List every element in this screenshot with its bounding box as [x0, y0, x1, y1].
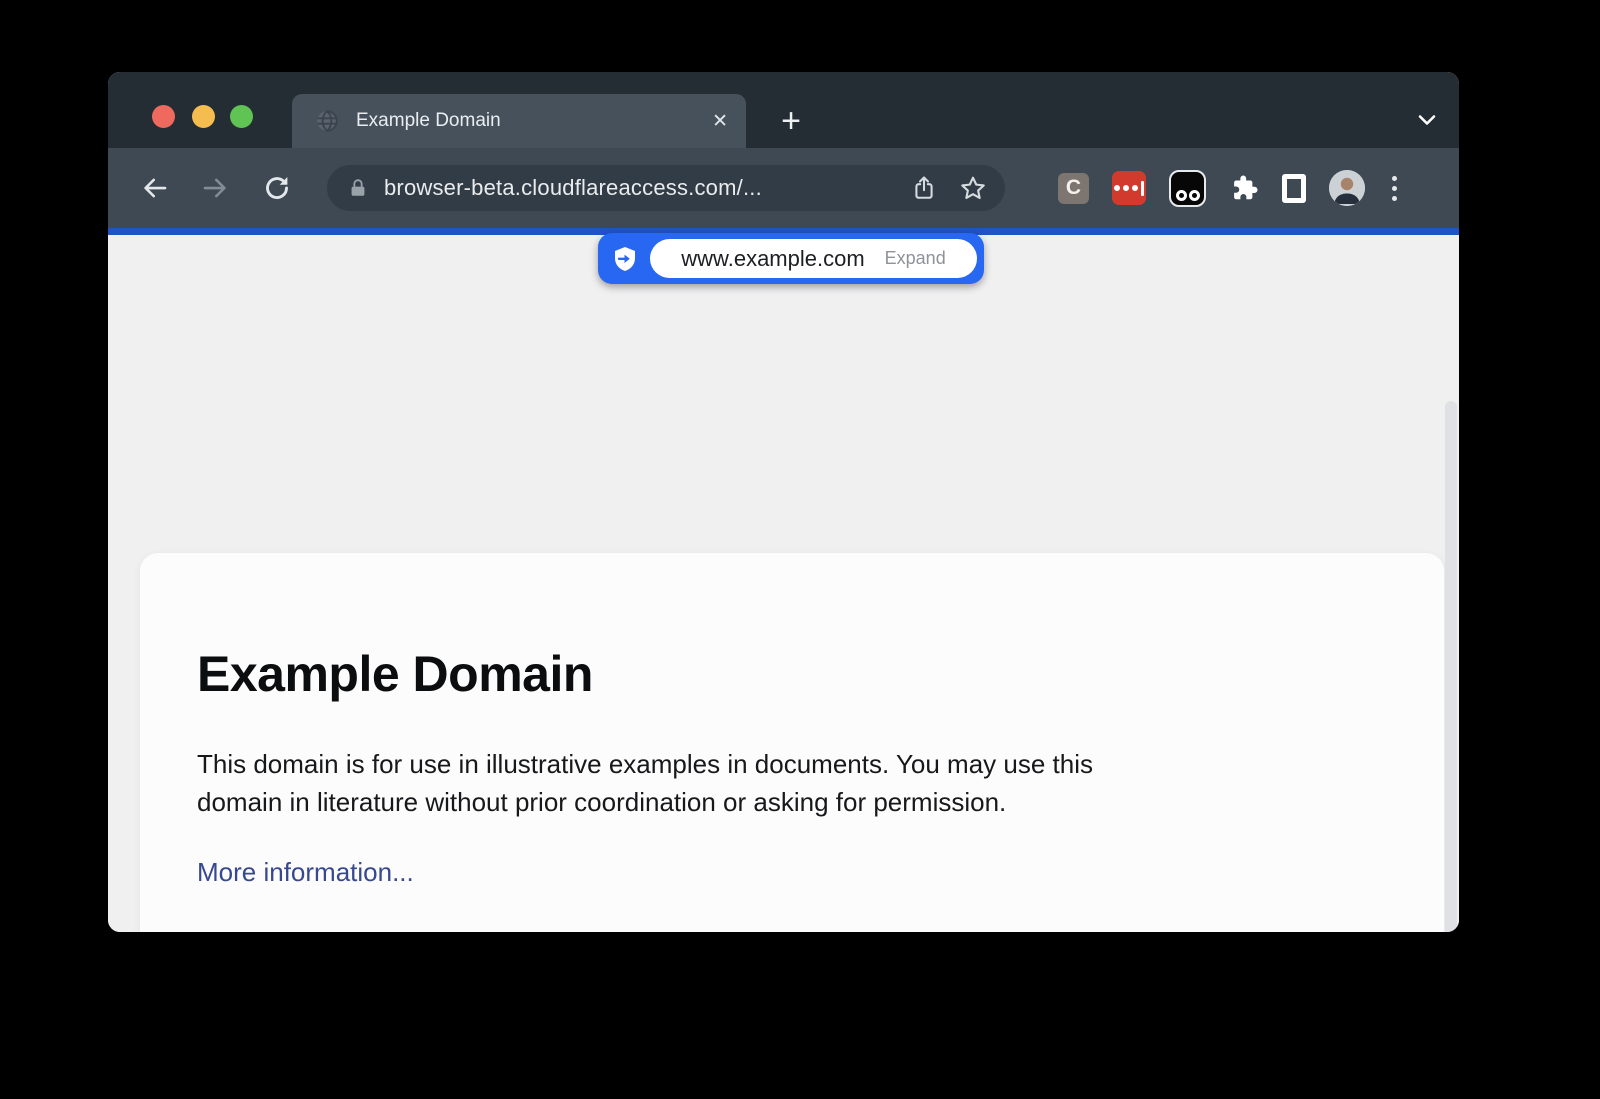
- new-tab-button[interactable]: +: [770, 100, 812, 142]
- chevron-down-icon[interactable]: [1415, 108, 1439, 132]
- url-text: browser-beta.cloudflareaccess.com/...: [384, 175, 911, 201]
- shield-arrow-icon: [611, 245, 639, 273]
- browser-toolbar: browser-beta.cloudflareaccess.com/... C: [108, 148, 1459, 228]
- more-information-link[interactable]: More information...: [197, 857, 414, 888]
- forward-icon[interactable]: [200, 173, 230, 203]
- browser-menu-icon[interactable]: [1388, 176, 1401, 201]
- extensions-puzzle-icon[interactable]: [1229, 173, 1259, 203]
- reload-icon[interactable]: [262, 173, 292, 203]
- address-bar[interactable]: browser-beta.cloudflareaccess.com/...: [327, 165, 1005, 211]
- back-icon[interactable]: [140, 173, 170, 203]
- side-panel-icon[interactable]: [1282, 174, 1306, 203]
- tab-close-icon[interactable]: ✕: [712, 112, 728, 131]
- traffic-light-minimize-button[interactable]: [192, 105, 215, 128]
- page-title: Example Domain: [197, 645, 1387, 703]
- traffic-light-zoom-button[interactable]: [230, 105, 253, 128]
- page-background: Example Domain This domain is for use in…: [108, 235, 1459, 932]
- extension-password-manager-button[interactable]: [1112, 171, 1146, 205]
- paragraph-line: This domain is for use in illustrative e…: [197, 745, 1387, 783]
- extension-two-circles-button[interactable]: [1169, 170, 1206, 207]
- paragraph-line: domain in literature without prior coord…: [197, 783, 1387, 821]
- extension-c-button[interactable]: C: [1058, 173, 1089, 204]
- bookmark-star-icon[interactable]: [959, 174, 987, 202]
- page-paragraph: This domain is for use in illustrative e…: [197, 745, 1387, 821]
- lock-icon[interactable]: [347, 177, 369, 199]
- extension-row: C: [1058, 148, 1401, 228]
- globe-favicon-icon: [314, 108, 340, 134]
- profile-avatar[interactable]: [1329, 170, 1365, 206]
- expand-button[interactable]: Expand: [885, 248, 946, 269]
- tab-strip: Example Domain ✕ +: [108, 72, 1459, 148]
- isolated-domain-text: www.example.com: [681, 246, 864, 272]
- scrollbar-thumb[interactable]: [1445, 401, 1457, 932]
- browser-tab[interactable]: Example Domain ✕: [292, 94, 746, 148]
- traffic-light-close-button[interactable]: [152, 105, 175, 128]
- share-icon[interactable]: [911, 175, 937, 201]
- browser-window: Example Domain ✕ +: [108, 72, 1459, 932]
- isolation-pill[interactable]: www.example.com Expand: [598, 233, 984, 284]
- content-card: Example Domain This domain is for use in…: [140, 553, 1444, 932]
- isolation-domain-pill: www.example.com Expand: [650, 239, 977, 278]
- tab-title: Example Domain: [356, 110, 712, 132]
